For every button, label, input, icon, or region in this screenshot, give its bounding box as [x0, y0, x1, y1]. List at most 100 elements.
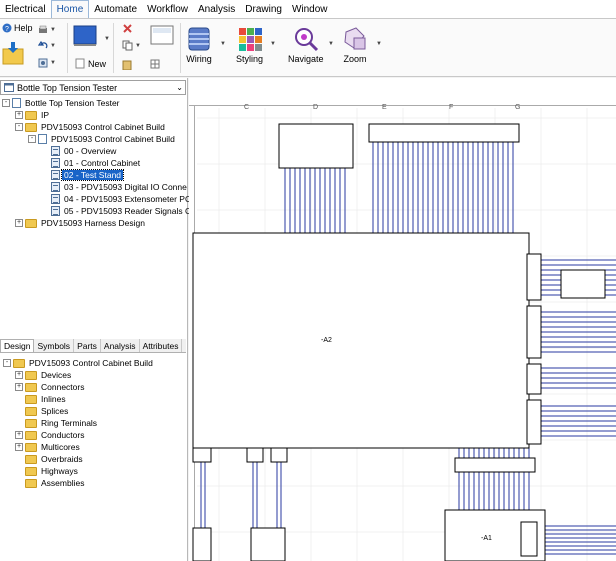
tab-parts[interactable]: Parts — [74, 339, 101, 352]
expand-icon[interactable]: + — [15, 219, 23, 227]
device-block[interactable] — [250, 527, 286, 561]
tree-item-label: PDV15093 Control Cabinet Build — [51, 134, 175, 144]
connector-block[interactable] — [526, 363, 542, 395]
chevron-down-icon: ▼ — [135, 42, 141, 49]
undo-button[interactable]: ▼ — [38, 41, 56, 51]
design-tree-item[interactable]: Inlines — [15, 393, 68, 405]
copy-button[interactable]: ▼ — [122, 40, 141, 51]
menu-drawing[interactable]: Drawing — [240, 0, 287, 18]
expand-icon[interactable]: + — [15, 443, 23, 451]
folder-icon — [25, 394, 37, 404]
wiring-icon — [188, 27, 210, 51]
styling-button[interactable]: Styling — [236, 26, 263, 64]
design-tree-item[interactable]: + Devices — [15, 369, 73, 381]
design-tree-item[interactable]: + Multicores — [15, 441, 82, 453]
connector-block[interactable] — [246, 447, 264, 463]
ribbon-separator — [113, 23, 114, 73]
tab-symbols[interactable]: Symbols — [34, 339, 75, 352]
device-block[interactable] — [368, 123, 520, 143]
zoom-button[interactable]: Zoom — [342, 26, 368, 64]
chevron-down-icon: ▼ — [50, 43, 56, 49]
color-button[interactable] — [73, 25, 97, 47]
design-tree-item-label: Assemblies — [41, 478, 85, 488]
ribbon-separator — [67, 23, 68, 73]
tree-item[interactable]: + PDV15093 Harness Design — [15, 217, 147, 229]
table-button[interactable] — [150, 59, 160, 69]
connector-block[interactable] — [454, 457, 536, 473]
tree-item-label: 00 - Overview — [64, 146, 117, 156]
design-tree-item[interactable]: Ring Terminals — [15, 417, 99, 429]
connector-block[interactable] — [526, 399, 542, 445]
expand-icon[interactable]: + — [15, 383, 23, 391]
collapse-icon[interactable]: - — [2, 99, 10, 107]
tree-item[interactable]: - PDV15093 Control Cabinet Build — [15, 121, 167, 133]
design-tree-item[interactable]: Overbraids — [15, 453, 85, 465]
menu-window[interactable]: Window — [287, 0, 333, 18]
wiring-button[interactable]: Wiring — [186, 26, 212, 64]
design-tree-item[interactable]: + Connectors — [15, 381, 86, 393]
tree-item[interactable]: + IP — [15, 109, 51, 121]
design-tree-item-label: Conductors — [41, 430, 85, 440]
delete-button[interactable] — [122, 23, 133, 34]
tree-item[interactable]: 04 - PDV15093 Extensometer PC — [41, 193, 193, 205]
menu-analysis[interactable]: Analysis — [193, 0, 240, 18]
properties-button[interactable]: ▼ — [38, 58, 56, 68]
menu-automate[interactable]: Automate — [89, 0, 142, 18]
connector-block[interactable] — [270, 447, 288, 463]
help-icon: ? — [2, 23, 12, 33]
connector-block[interactable] — [192, 527, 212, 561]
tree-item[interactable]: - Bottle Top Tension Tester — [2, 97, 122, 109]
chevron-down-icon: ▼ — [50, 27, 56, 33]
design-tree-item[interactable]: Splices — [15, 405, 70, 417]
expand-icon[interactable]: + — [15, 111, 23, 119]
styling-label: Styling — [236, 54, 264, 64]
design-tree-item[interactable]: - PDV15093 Control Cabinet Build — [3, 357, 155, 369]
paste-button[interactable] — [122, 59, 132, 70]
tree-item-label: 03 - PDV15093 Digital IO Conne — [64, 182, 187, 192]
menu-workflow[interactable]: Workflow — [142, 0, 193, 18]
device-block[interactable] — [560, 269, 606, 299]
tree-item[interactable]: - PDV15093 Control Cabinet Build — [28, 133, 177, 145]
design-tree-item[interactable]: + Conductors — [15, 429, 86, 441]
connector-block[interactable] — [526, 305, 542, 359]
page-icon — [51, 182, 60, 192]
tree-item-label: IP — [41, 110, 50, 120]
device-block[interactable] — [278, 123, 354, 169]
help-button[interactable]: ? Help — [2, 23, 33, 33]
tree-item[interactable]: 03 - PDV15093 Digital IO Conne — [41, 181, 189, 193]
project-dropdown[interactable]: Bottle Top Tension Tester ⌄ — [0, 80, 186, 95]
design-tree-item-label: Inlines — [41, 394, 66, 404]
collapse-icon[interactable]: - — [28, 135, 36, 143]
drawing-canvas[interactable]: C D E F G -A2 -A1 — [189, 78, 616, 561]
undo-icon — [38, 41, 48, 49]
navigate-button[interactable]: Navigate — [288, 26, 324, 64]
open-button[interactable]: ▼ — [38, 25, 56, 35]
device-a2-block[interactable] — [192, 232, 530, 449]
connector-block[interactable] — [520, 521, 538, 557]
folder-icon — [25, 110, 37, 120]
folder-icon — [25, 406, 37, 416]
menu-home[interactable]: Home — [50, 0, 90, 18]
connector-block[interactable] — [526, 253, 542, 301]
tree-item[interactable]: 02 - Test Stand — [41, 169, 125, 181]
tab-attributes[interactable]: Attributes — [140, 339, 183, 352]
design-tree-item[interactable]: Assemblies — [15, 477, 86, 489]
folder-icon — [13, 358, 25, 368]
tree-item[interactable]: 05 - PDV15093 Reader Signals C — [41, 205, 193, 217]
collapse-icon[interactable]: - — [3, 359, 11, 367]
design-tree-item[interactable]: Highways — [15, 465, 80, 477]
menu-electrical[interactable]: Electrical — [0, 0, 51, 18]
tree-item[interactable]: 00 - Overview — [41, 145, 118, 157]
tab-design[interactable]: Design — [0, 339, 35, 352]
connector-block[interactable] — [192, 447, 212, 463]
tab-analysis[interactable]: Analysis — [101, 339, 140, 352]
image-button[interactable] — [150, 25, 174, 47]
tree-item[interactable]: 01 - Control Cabinet — [41, 157, 142, 169]
expand-icon[interactable]: + — [15, 371, 23, 379]
project-panel: Bottle Top Tension Tester ⌄ - Bottle Top … — [0, 78, 191, 561]
chevron-down-icon: ▼ — [270, 41, 276, 47]
new-button[interactable]: New — [75, 58, 106, 69]
collapse-icon[interactable]: - — [15, 123, 23, 131]
save-button[interactable] — [2, 41, 24, 65]
expand-icon[interactable]: + — [15, 431, 23, 439]
